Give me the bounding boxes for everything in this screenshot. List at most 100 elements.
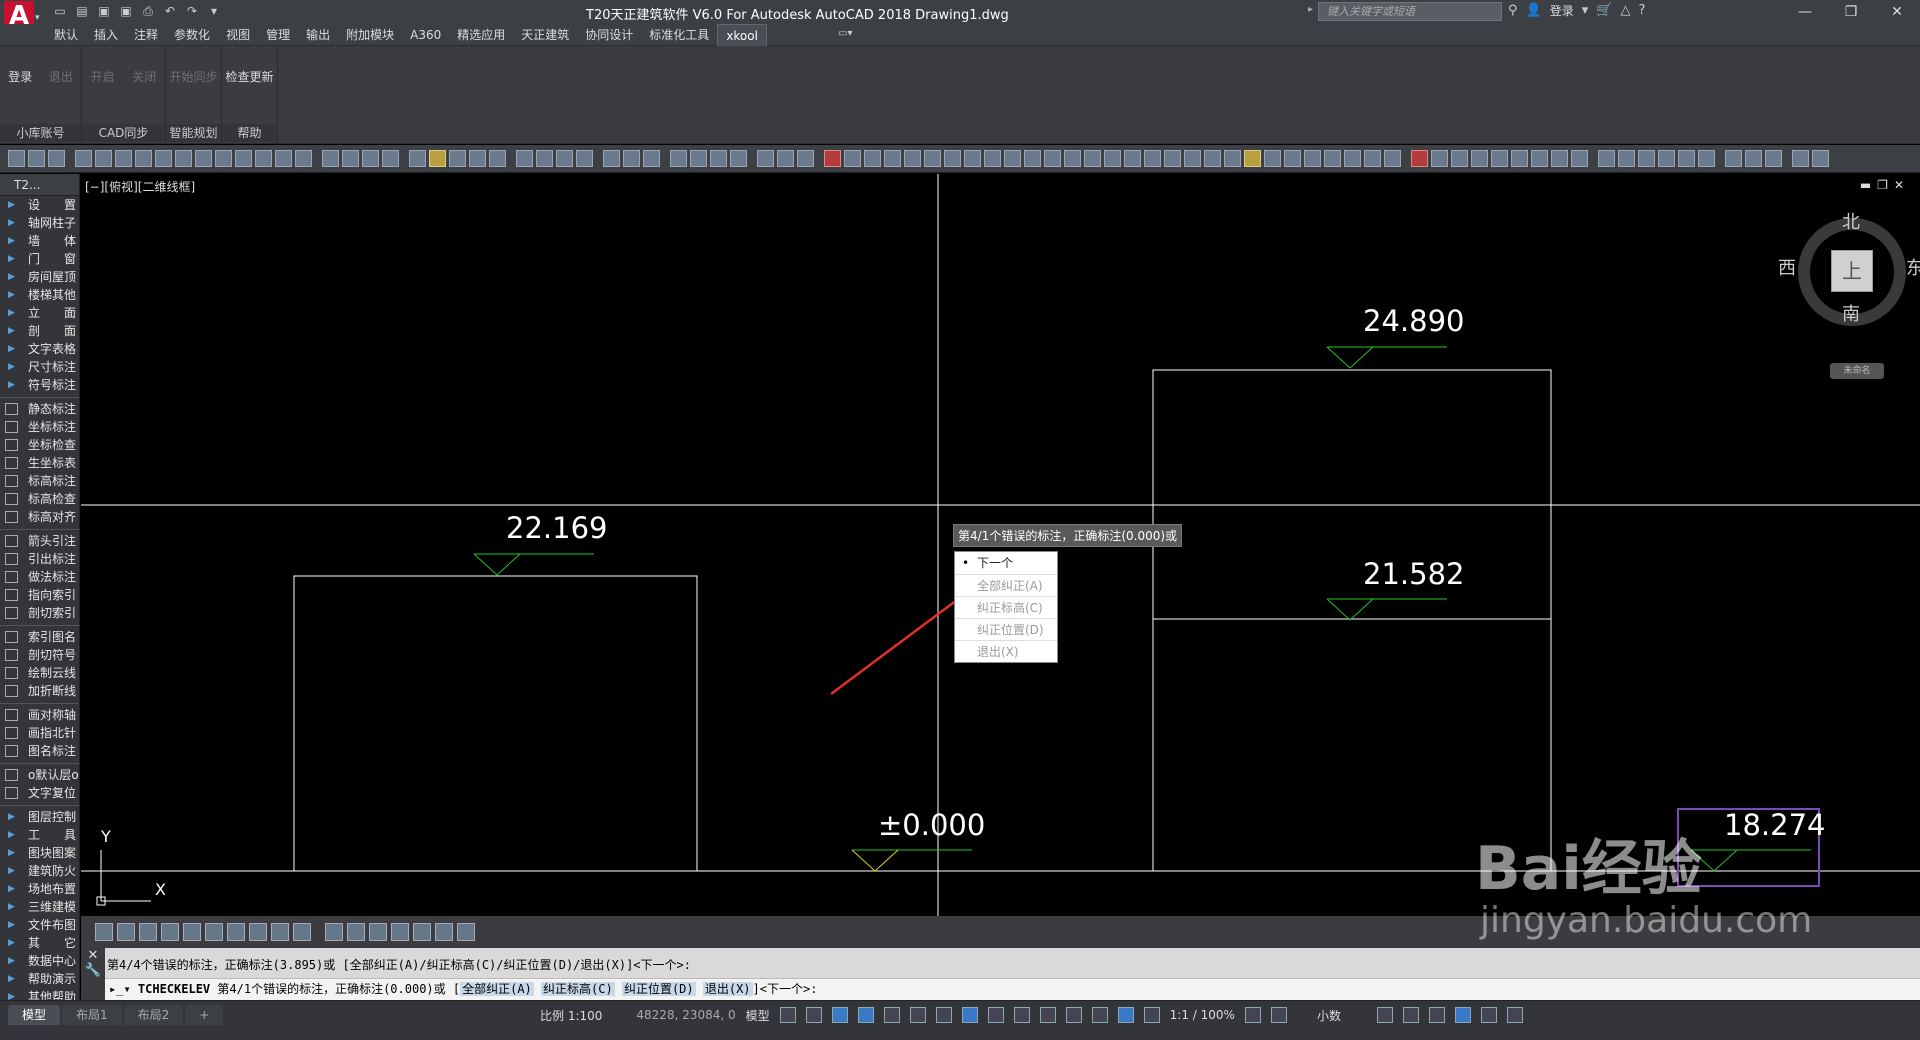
bottom-tool-icon[interactable] (391, 923, 409, 941)
menu-item[interactable]: ▶ 建筑防火 (0, 862, 79, 880)
sync-on-button[interactable]: 开启 (91, 68, 115, 85)
hardware-acceleration-icon[interactable] (1454, 1007, 1471, 1023)
menu-item[interactable]: 做法标注 (0, 568, 79, 586)
toolbar-tool-icon[interactable] (48, 150, 65, 167)
save-as-icon[interactable]: ▣ (118, 3, 134, 19)
toolbar-tool-icon[interactable] (195, 150, 212, 167)
toolbar-tool-icon[interactable] (275, 150, 292, 167)
quick-properties-icon[interactable] (1376, 1007, 1393, 1023)
toolbar-tool-icon[interactable] (1164, 150, 1181, 167)
menu-item[interactable]: ▶ 文字表格 (0, 340, 79, 358)
tab-default[interactable]: 默认 (46, 24, 86, 46)
bottom-tool-icon[interactable] (347, 923, 365, 941)
tab-xkool[interactable]: xkool (717, 24, 767, 46)
menu-item[interactable]: ▶ 墙 体 (0, 232, 79, 250)
toolbar-tool-icon[interactable] (1511, 150, 1528, 167)
open-file-icon[interactable]: ▤ (74, 3, 90, 19)
toolbar-tool-icon[interactable] (984, 150, 1001, 167)
toolbar-tool-icon[interactable] (175, 150, 192, 167)
menu-item-exit[interactable]: 退出(X) (955, 640, 1057, 662)
menu-item[interactable]: ▶ 场地布置 (0, 880, 79, 898)
toolbar-tool-icon[interactable] (1024, 150, 1041, 167)
annotation-visibility-icon[interactable] (1117, 1007, 1134, 1023)
tab-featured-apps[interactable]: 精选应用 (449, 24, 513, 46)
cmd-option-correct-all[interactable]: 全部纠正(A) (460, 982, 534, 996)
toolbar-tool-icon[interactable] (516, 150, 533, 167)
bottom-tool-icon[interactable] (161, 923, 179, 941)
toolbar-tool-icon[interactable] (757, 150, 774, 167)
toolbar-tool-icon[interactable] (8, 150, 25, 167)
snap-icon[interactable] (805, 1007, 822, 1023)
workspace-gear-icon[interactable] (1244, 1007, 1261, 1023)
start-sync-button[interactable]: 开始同步 (169, 68, 217, 85)
toolbar-tool-icon[interactable] (964, 150, 981, 167)
toolbar-tool-icon[interactable] (904, 150, 921, 167)
wcs-menu[interactable]: 未命名 (1830, 363, 1884, 379)
redo-icon[interactable]: ↷ (184, 3, 200, 19)
menu-item[interactable]: 绘制云线 (0, 664, 79, 682)
menu-item[interactable]: o默认层o (0, 766, 79, 784)
tab-parametric[interactable]: 参数化 (166, 24, 218, 46)
tab-model[interactable]: 模型 (8, 1005, 61, 1025)
bottom-tool-icon[interactable] (95, 923, 113, 941)
bottom-tool-icon[interactable] (117, 923, 135, 941)
toolbar-tool-icon[interactable] (730, 150, 747, 167)
toolbar-tool-icon[interactable] (824, 150, 841, 167)
bottom-tool-icon[interactable] (293, 923, 311, 941)
toolbar-tool-icon[interactable] (1384, 150, 1401, 167)
toolbar-tool-icon[interactable] (469, 150, 486, 167)
toolbar-tool-icon[interactable] (1765, 150, 1782, 167)
polar-icon[interactable] (857, 1007, 874, 1023)
toolbar-tool-icon[interactable] (1491, 150, 1508, 167)
a360-icon[interactable]: △ (1620, 3, 1630, 18)
toolbar-tool-icon[interactable] (1364, 150, 1381, 167)
bottom-tool-icon[interactable] (249, 923, 267, 941)
check-update-button[interactable]: 检查更新 (225, 68, 273, 85)
menu-item[interactable]: ▶ 房间屋顶 (0, 268, 79, 286)
toolbar-tool-icon[interactable] (944, 150, 961, 167)
menu-item[interactable]: ▶ 图层控制 (0, 808, 79, 826)
gizmo-icon[interactable] (1091, 1007, 1108, 1023)
bottom-tool-icon[interactable] (457, 923, 475, 941)
annotation-monitor-icon[interactable] (1270, 1007, 1287, 1023)
search-expand-icon[interactable]: ▸ (1308, 4, 1313, 15)
toolbar-tool-icon[interactable] (1725, 150, 1742, 167)
toolbar-tool-icon[interactable] (924, 150, 941, 167)
close-icon[interactable]: ✕ (1874, 0, 1920, 24)
toolbar-tool-icon[interactable] (1698, 150, 1715, 167)
3d-osnap-icon[interactable] (1013, 1007, 1030, 1023)
lock-ui-icon[interactable] (1402, 1007, 1419, 1023)
toolbar-tool-icon[interactable] (1044, 150, 1061, 167)
bottom-tool-icon[interactable] (369, 923, 387, 941)
menu-item-correct-position[interactable]: 纠正位置(D) (955, 618, 1057, 640)
save-icon[interactable]: ▣ (96, 3, 112, 19)
menu-item[interactable]: 剖切索引 (0, 604, 79, 622)
clean-screen-icon[interactable] (1480, 1007, 1497, 1023)
dynamic-ucs-icon[interactable] (1039, 1007, 1056, 1023)
menu-item[interactable]: 标高标注 (0, 472, 79, 490)
tab-layout2[interactable]: 布局2 (123, 1005, 184, 1025)
menu-item[interactable]: ▶ 图块图案 (0, 844, 79, 862)
menu-item[interactable]: ▶ 三维建模 (0, 898, 79, 916)
toolbar-tool-icon[interactable] (643, 150, 660, 167)
menu-item[interactable]: ▶ 帮助演示 (0, 970, 79, 988)
undo-icon[interactable]: ↶ (162, 3, 178, 19)
units-dropdown[interactable]: 小数 (1317, 1007, 1341, 1024)
toolbar-tool-icon[interactable] (797, 150, 814, 167)
bottom-tool-icon[interactable] (139, 923, 157, 941)
toolbar-tool-icon[interactable] (1451, 150, 1468, 167)
toolbar-tool-icon[interactable] (322, 150, 339, 167)
minimize-icon[interactable]: — (1782, 0, 1828, 24)
compass-north[interactable]: 北 (1842, 208, 1860, 234)
menu-item[interactable]: ▶ 立 面 (0, 304, 79, 322)
toolbar-tool-icon[interactable] (1304, 150, 1321, 167)
cmd-option-correct-elevation[interactable]: 纠正标高(C) (541, 982, 615, 996)
toolbar-tool-icon[interactable] (1812, 150, 1829, 167)
toolbar-tool-icon[interactable] (1471, 150, 1488, 167)
toolbar-tool-icon[interactable] (1084, 150, 1101, 167)
compass-east[interactable]: 东 (1906, 254, 1920, 280)
menu-item[interactable]: ▶ 数据中心 (0, 952, 79, 970)
tab-annotate[interactable]: 注释 (126, 24, 166, 46)
toolbar-tool-icon[interactable] (382, 150, 399, 167)
toolbar-tool-icon[interactable] (255, 150, 272, 167)
